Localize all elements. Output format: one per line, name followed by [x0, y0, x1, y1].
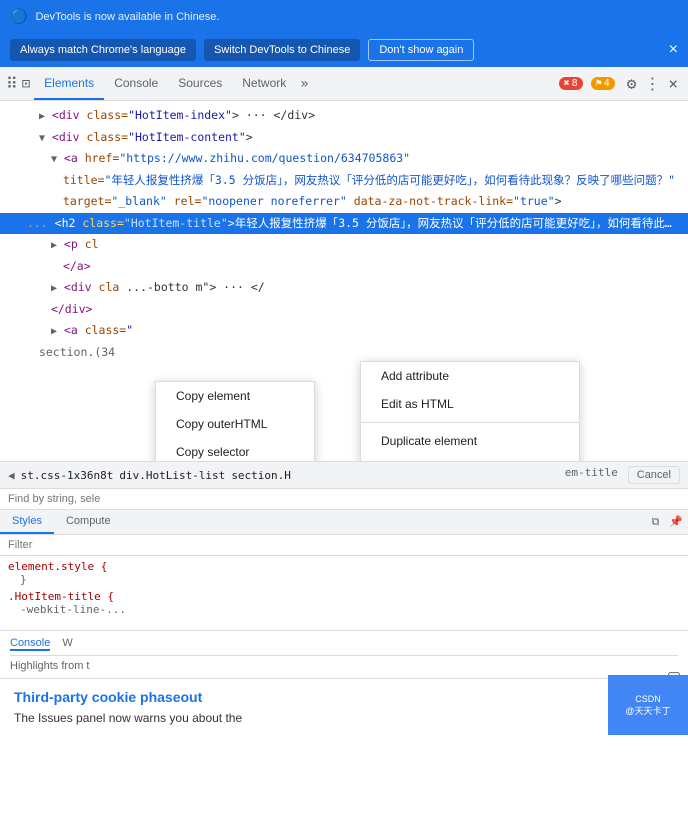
styles-panel: Styles Compute ⧉ 📌 element.style { } .Ho…: [0, 510, 688, 630]
breadcrumb-dots: ◀: [8, 469, 15, 482]
element-style-rule: element.style {: [8, 560, 680, 573]
error-badge-icon: ✖: [564, 78, 570, 89]
triangle-icon: ▼: [51, 154, 57, 165]
pin-icon[interactable]: 📌: [664, 510, 688, 534]
triangle-icon: ▶: [51, 326, 57, 337]
hotitem-title-body: -webkit-line-...: [8, 603, 680, 616]
elements-panel-icon[interactable]: ⠿: [6, 74, 18, 93]
close-devtools-icon[interactable]: ×: [664, 70, 682, 97]
triangle-icon: ▼: [39, 133, 45, 144]
article-area: Third-party cookie phaseout The Issues p…: [0, 678, 688, 735]
tab-styles[interactable]: Styles: [0, 510, 54, 534]
html-line[interactable]: target="_blank" rel="noopener noreferrer…: [0, 191, 688, 213]
notification-text: DevTools is now available in Chinese.: [35, 11, 219, 23]
cancel-button[interactable]: Cancel: [628, 466, 680, 484]
cursor-icon[interactable]: ⊡: [22, 76, 30, 92]
more-options-icon[interactable]: ⋮: [640, 70, 664, 97]
duplicate-element-item[interactable]: Duplicate element: [361, 427, 579, 455]
article-title: Third-party cookie phaseout: [14, 689, 674, 705]
breadcrumb-item-0[interactable]: st.css-1x36n8t: [21, 469, 114, 482]
match-language-button[interactable]: Always match Chrome's language: [10, 39, 196, 61]
buttons-bar: Always match Chrome's language Switch De…: [0, 33, 688, 67]
html-tree: ▶ <div class="HotItem-index"> ··· </div>…: [0, 101, 688, 368]
hotitem-title-rule: .HotItem-title {: [8, 590, 680, 603]
tab-w[interactable]: W: [62, 637, 72, 651]
console-section: Console W Highlights from t ×: [0, 630, 688, 678]
devtools-tabs: ⠿ ⊡ Elements Console Sources Network » ✖…: [0, 67, 688, 101]
add-attribute-item[interactable]: Add attribute: [361, 362, 579, 390]
breadcrumb-item-1[interactable]: div.HotList-list: [119, 469, 225, 482]
html-line[interactable]: ▶ <a class=": [0, 320, 688, 342]
tab-computed[interactable]: Compute: [54, 510, 123, 534]
console-tabs: Console W: [10, 637, 678, 656]
switch-devtools-button[interactable]: Switch DevTools to Chinese: [204, 39, 360, 61]
breadcrumb-right: em-title Cancel: [565, 466, 680, 484]
copy-icon[interactable]: ⧉: [646, 510, 664, 534]
styles-filter: [0, 535, 688, 556]
html-line-selected[interactable]: ... <h2 class="HotItem-title">年轻人报复性挤爆「3…: [0, 213, 688, 235]
html-line[interactable]: ▶ <div cla ...-botto m"> ··· </: [0, 277, 688, 299]
html-line[interactable]: ▼ <a href="https://www.zhihu.com/questio…: [0, 148, 688, 170]
elements-panel: ▶ <div class="HotItem-index"> ··· </div>…: [0, 101, 688, 461]
delete-element-item[interactable]: Delete element: [361, 455, 579, 461]
settings-icon[interactable]: ⚙: [623, 70, 641, 97]
article-text: The Issues panel now warns you about the: [14, 711, 674, 725]
triangle-icon: ▶: [51, 240, 57, 251]
html-line[interactable]: ▼ <div class="HotItem-content">: [0, 127, 688, 149]
copy-submenu: Copy element Copy outerHTML Copy selecto…: [155, 381, 315, 461]
tab-network[interactable]: Network: [232, 68, 296, 100]
breadcrumb-item-2[interactable]: section.H: [231, 469, 291, 482]
filter-input[interactable]: [8, 539, 680, 551]
html-line[interactable]: ▶ <div class="HotItem-index"> ··· </div>: [0, 105, 688, 127]
warning-badge-icon: ⚑: [596, 78, 602, 89]
copy-element-item[interactable]: Copy element: [156, 382, 314, 410]
console-text: Highlights from t: [10, 660, 678, 672]
tab-elements[interactable]: Elements: [34, 68, 104, 100]
tab-console-bottom[interactable]: Console: [10, 637, 50, 651]
csdn-watermark: CSDN @天天卡丁: [608, 675, 688, 735]
html-line[interactable]: </div>: [0, 299, 688, 321]
styles-tabs: Styles Compute ⧉ 📌: [0, 510, 688, 535]
html-line[interactable]: section.(34: [0, 342, 688, 364]
menu-separator: [361, 422, 579, 423]
more-tabs-button[interactable]: »: [296, 72, 312, 96]
html-line[interactable]: </a>: [0, 256, 688, 278]
notification-bar: 🔵 DevTools is now available in Chinese.: [0, 0, 688, 33]
close-notification-button[interactable]: ×: [669, 42, 678, 58]
right-context-menu: Add attribute Edit as HTML Duplicate ele…: [360, 361, 580, 461]
copy-selector-item[interactable]: Copy selector: [156, 438, 314, 461]
triangle-icon: ▶: [39, 111, 45, 122]
triangle-icon: ▶: [51, 283, 57, 294]
element-style-body: }: [8, 573, 680, 586]
breadcrumb-bar: ◀ st.css-1x36n8t div.HotList-list sectio…: [0, 461, 688, 489]
copy-outerhtml-item[interactable]: Copy outerHTML: [156, 410, 314, 438]
dismiss-button[interactable]: Don't show again: [368, 39, 474, 61]
html-line[interactable]: ▶ <p cl: [0, 234, 688, 256]
html-line[interactable]: title="年轻人报复性挤爆「3.5 分饭店」，网友热议「评分低的店可能更好吃…: [0, 170, 688, 192]
find-bar: [0, 489, 688, 510]
breadcrumb-item-3[interactable]: em-title: [565, 466, 618, 484]
error-badge: ✖8: [559, 77, 583, 90]
edit-as-html-item[interactable]: Edit as HTML: [361, 390, 579, 418]
styles-content: element.style { } .HotItem-title { -webk…: [0, 556, 688, 620]
tab-console[interactable]: Console: [104, 68, 168, 100]
chrome-icon: 🔵: [10, 8, 27, 25]
tab-sources[interactable]: Sources: [168, 68, 232, 100]
find-input[interactable]: [8, 493, 680, 505]
warning-badge: ⚑4: [591, 77, 615, 90]
